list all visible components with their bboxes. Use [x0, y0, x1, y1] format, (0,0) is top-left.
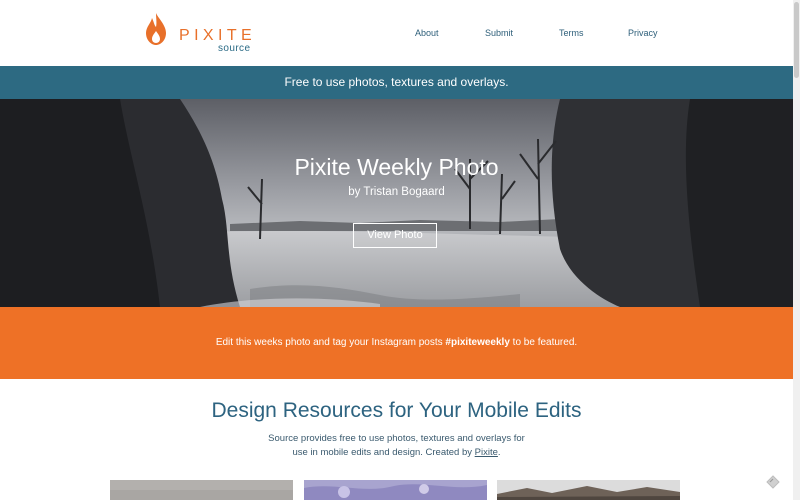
hero-section: Pixite Weekly Photo by Tristan Bogaard V… [0, 99, 793, 307]
pixite-link[interactable]: Pixite [475, 447, 498, 458]
tagline-banner: Free to use photos, textures and overlay… [0, 66, 793, 99]
flame-drop-icon [146, 13, 166, 45]
promo-band: Edit this weeks photo and tag your Insta… [0, 307, 793, 379]
logo-subtitle: source [218, 43, 251, 54]
thumbnail-image [304, 480, 487, 500]
thumbnail-image [110, 480, 293, 500]
resource-thumbnail[interactable] [304, 480, 487, 500]
nav-link-about[interactable]: About [415, 28, 439, 38]
promo-text-before: Edit this weeks photo and tag your Insta… [215, 337, 446, 348]
section-description: Source provides free to use photos, text… [250, 432, 543, 460]
hero-byline: by Tristan Bogaard [348, 186, 445, 198]
section-desc-line2: use in mobile edits and design. Created … [292, 447, 475, 458]
view-photo-button[interactable]: View Photo [353, 223, 437, 248]
site-logo[interactable]: PIXITE source [143, 12, 255, 56]
section-title: Design Resources for Your Mobile Edits [211, 399, 582, 422]
page-scrollbar[interactable] [793, 0, 800, 500]
thumbnail-image [497, 480, 680, 500]
tag-icon[interactable] [765, 474, 781, 490]
resource-thumbnail[interactable] [497, 480, 680, 500]
section-desc-line1: Source provides free to use photos, text… [268, 433, 525, 444]
nav-link-terms[interactable]: Terms [559, 28, 584, 38]
site-header: PIXITE source About Submit Terms Privacy [0, 0, 793, 66]
section-desc-period: . [497, 447, 501, 458]
scrollbar-thumb[interactable] [794, 2, 799, 78]
promo-text-after: to be featured. [509, 337, 578, 348]
hero-photo [0, 99, 793, 307]
nav-link-submit[interactable]: Submit [485, 28, 513, 38]
hero-title: Pixite Weekly Photo [294, 154, 499, 180]
resource-thumbnail[interactable] [110, 480, 293, 500]
promo-hashtag: #pixiteweekly [445, 337, 510, 348]
nav-link-privacy[interactable]: Privacy [628, 28, 658, 38]
